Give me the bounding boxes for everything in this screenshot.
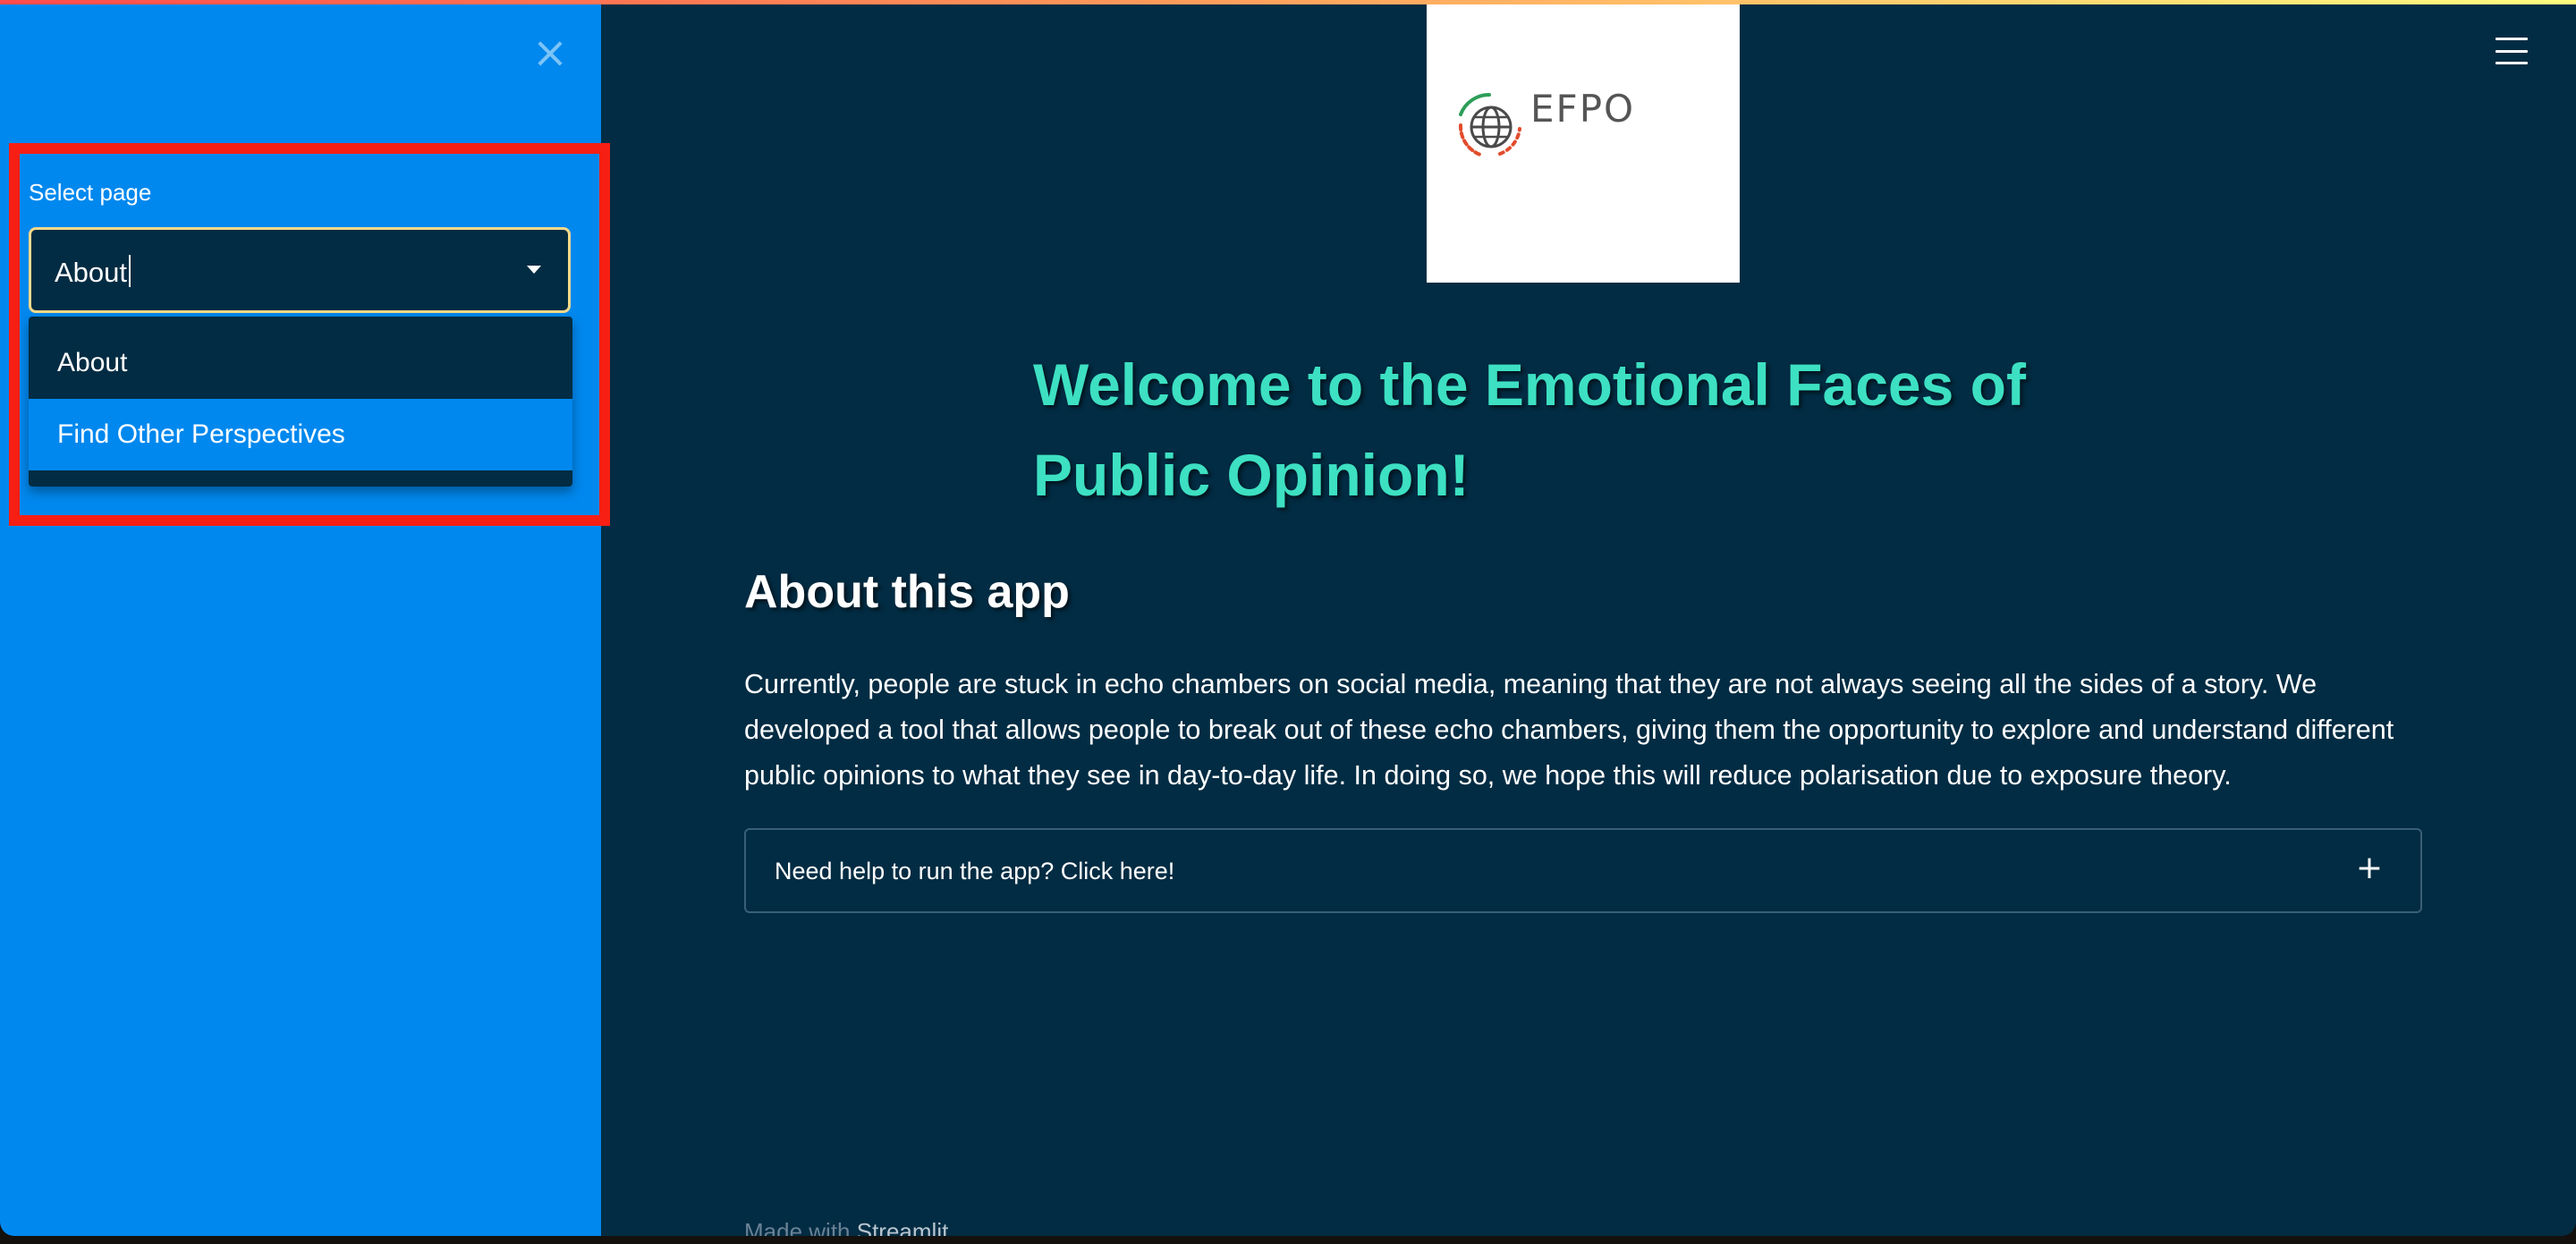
close-icon[interactable]: ×	[530, 31, 571, 74]
page-title: Welcome to the Emotional Faces of Public…	[1033, 351, 2026, 508]
sidebar: × Select page About About Find Other Per…	[0, 0, 601, 1236]
logo-text: EFPO	[1530, 87, 1636, 131]
hamburger-menu-icon[interactable]	[2496, 38, 2528, 64]
text-cursor	[129, 255, 131, 287]
globe-icon	[1458, 92, 1521, 157]
efpo-logo: EFPO	[1427, 4, 1740, 283]
page-select[interactable]: About	[29, 227, 571, 313]
help-expander-label: Need help to run the app? Click here!	[775, 858, 1175, 884]
footer-prefix: Made with	[744, 1218, 851, 1236]
select-page-label: Select page	[29, 179, 152, 206]
plus-icon[interactable]: +	[2356, 850, 2383, 886]
app-window: × Select page About About Find Other Per…	[0, 0, 2576, 1236]
page-select-dropdown: About Find Other Perspectives	[29, 317, 572, 487]
dropdown-option-about[interactable]: About	[29, 327, 572, 399]
about-heading: About this app	[744, 566, 1070, 618]
decoration-stripe	[0, 0, 2576, 4]
chevron-down-icon[interactable]	[527, 266, 541, 274]
page-select-value: About	[55, 255, 131, 289]
about-description: Currently, people are stuck in echo cham…	[744, 669, 2394, 791]
streamlit-link[interactable]: Streamlit	[857, 1218, 949, 1236]
dropdown-option-find-other-perspectives[interactable]: Find Other Perspectives	[29, 399, 572, 470]
footer: Made with Streamlit	[744, 1218, 948, 1236]
help-expander[interactable]: Need help to run the app? Click here! +	[744, 828, 2422, 913]
